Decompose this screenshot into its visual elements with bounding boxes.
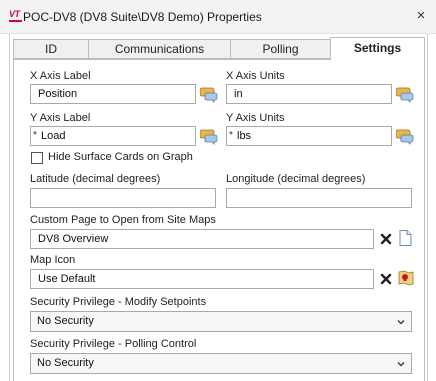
security-setpoints-selected: No Security (37, 315, 94, 327)
tab-settings[interactable]: Settings (330, 37, 425, 60)
tab-communications[interactable]: Communications (88, 39, 231, 59)
hide-surface-cards-label: Hide Surface Cards on Graph (48, 151, 193, 163)
security-polling-select[interactable]: No Security (30, 353, 412, 374)
y-axis-units-input[interactable]: * lbs (226, 126, 392, 146)
window-titlebar: VT POC-DV8 (DV8 Suite\DV8 Demo) Properti… (0, 0, 436, 34)
hide-surface-cards-checkbox[interactable] (31, 152, 43, 164)
custom-page-input[interactable]: DV8 Overview (30, 229, 374, 249)
latitude-label: Latitude (decimal degrees) (30, 173, 161, 185)
close-button[interactable]: × (412, 8, 430, 26)
x-axis-label-label: X Axis Label (30, 70, 91, 82)
map-icon-input[interactable]: Use Default (30, 269, 374, 289)
logo-text: VT (9, 9, 20, 19)
y-axis-label-label: Y Axis Label (30, 112, 91, 124)
clear-x-icon[interactable] (377, 270, 395, 288)
y-axis-units-label: Y Axis Units (226, 112, 285, 124)
x-axis-label-input[interactable]: Position (30, 84, 196, 104)
x-axis-units-value: in (234, 88, 243, 100)
y-axis-label-input[interactable]: * Load (30, 126, 196, 146)
chevron-down-icon (397, 320, 405, 325)
required-marker: * (229, 130, 233, 141)
chevron-down-icon (397, 362, 405, 367)
logo-underline (9, 20, 22, 22)
y-axis-label-value: Load (41, 130, 66, 142)
custom-page-value: DV8 Overview (38, 233, 109, 245)
required-marker: * (33, 130, 37, 141)
clear-x-icon[interactable] (377, 230, 395, 248)
map-icon-picker-icon[interactable] (396, 269, 414, 287)
speech-bubble-icon[interactable] (199, 127, 218, 145)
speech-bubble-icon[interactable] (199, 85, 218, 103)
x-axis-units-input[interactable]: in (226, 84, 392, 104)
security-polling-selected: No Security (37, 357, 94, 369)
map-icon-value: Use Default (38, 273, 96, 285)
security-setpoints-label: Security Privilege - Modify Setpoints (30, 296, 207, 308)
tab-polling[interactable]: Polling (230, 39, 331, 59)
settings-panel: X Axis Label Position X Axis Units in Y … (13, 59, 425, 381)
custom-page-label: Custom Page to Open from Site Maps (30, 214, 216, 226)
window-title: POC-DV8 (DV8 Suite\DV8 Demo) Properties (23, 10, 262, 24)
dialog-body: ID Communications Polling Settings X Axi… (9, 34, 428, 381)
latitude-input[interactable] (30, 188, 216, 208)
tab-id[interactable]: ID (13, 39, 89, 59)
app-logo-icon: VT (9, 10, 23, 22)
blank-page-icon[interactable] (396, 229, 414, 247)
y-axis-units-value: lbs (237, 130, 252, 142)
longitude-input[interactable] (226, 188, 412, 208)
x-axis-units-label: X Axis Units (226, 70, 285, 82)
tab-strip: ID Communications Polling Settings (13, 37, 425, 60)
speech-bubble-icon[interactable] (395, 85, 414, 103)
map-icon-label: Map Icon (30, 254, 76, 266)
longitude-label: Longitude (decimal degrees) (226, 173, 366, 185)
security-polling-label: Security Privilege - Polling Control (30, 338, 197, 350)
x-axis-label-value: Position (38, 88, 78, 100)
security-setpoints-select[interactable]: No Security (30, 311, 412, 332)
speech-bubble-icon[interactable] (395, 127, 414, 145)
